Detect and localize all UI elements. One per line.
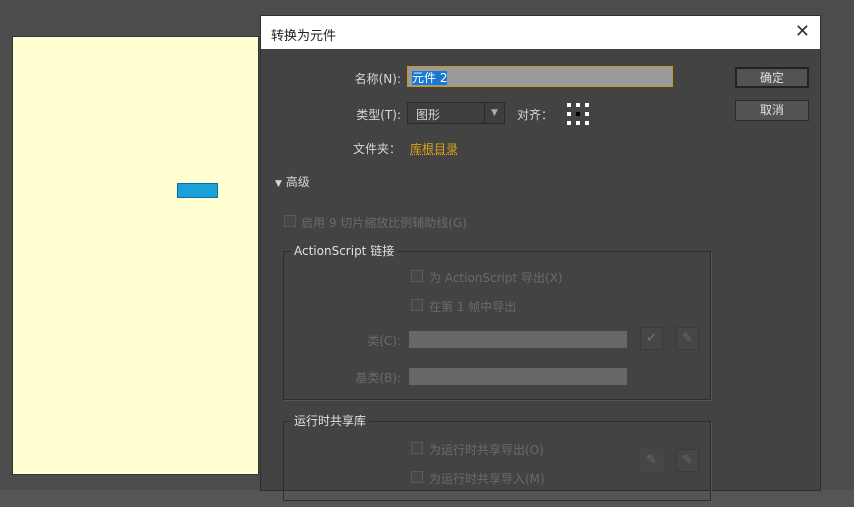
base-class-input[interactable] xyxy=(409,368,627,385)
type-select[interactable]: 图形 ▼ xyxy=(407,102,505,124)
selected-shape[interactable] xyxy=(177,183,218,198)
advanced-label: 高级 xyxy=(285,175,310,189)
ok-button[interactable]: 确定 xyxy=(735,67,809,88)
dialog-titlebar: 转换为元件 xyxy=(261,16,820,49)
export-frame1-checkbox[interactable] xyxy=(411,299,423,311)
rsl-import-checkbox[interactable] xyxy=(411,471,423,483)
rsl-export-checkbox[interactable] xyxy=(411,442,423,454)
stage-canvas xyxy=(12,36,259,475)
triangle-down-icon: ▼ xyxy=(275,179,282,189)
as-export-checkbox[interactable] xyxy=(411,270,423,282)
type-value: 图形 xyxy=(416,108,441,122)
rsl-import-label: 为运行时共享导入(M) xyxy=(429,472,545,486)
type-label: 类型(T): xyxy=(356,108,401,122)
export-frame1-label: 在第 1 帧中导出 xyxy=(429,300,517,314)
close-icon[interactable]: ✕ xyxy=(795,21,810,42)
cancel-button[interactable]: 取消 xyxy=(735,100,809,121)
class-label: 类(C): xyxy=(367,334,401,348)
as-export-label: 为 ActionScript 导出(X) xyxy=(429,271,563,285)
advanced-toggle[interactable]: ▼ 高级 xyxy=(275,173,310,190)
dialog-title: 转换为元件 xyxy=(271,29,337,44)
name-value: 元件 2 xyxy=(412,71,448,85)
pencil-icon[interactable]: ✎ xyxy=(640,449,663,472)
folder-label: 文件夹： xyxy=(352,142,401,156)
folder-link[interactable]: 库根目录 xyxy=(410,140,458,157)
actionscript-group-label: ActionScript 链接 xyxy=(291,242,398,259)
rsl-export-label: 为运行时共享导出(O) xyxy=(429,443,544,457)
check-icon[interactable]: ✔ xyxy=(640,327,663,350)
nine-slice-checkbox[interactable] xyxy=(284,215,296,227)
rsl-group-label: 运行时共享库 xyxy=(291,412,370,429)
nine-slice-label: 启用 9 切片缩放比例辅助线(G) xyxy=(301,216,467,230)
class-input[interactable] xyxy=(409,331,627,348)
name-label: 名称(N): xyxy=(354,72,401,86)
registration-grid[interactable] xyxy=(566,102,590,126)
pencil-icon[interactable]: ✎ xyxy=(676,449,699,472)
base-class-label: 基类(B): xyxy=(355,371,401,385)
chevron-down-icon: ▼ xyxy=(484,103,504,123)
convert-to-symbol-dialog: 转换为元件 ✕ 名称(N): 元件 2 类型(T): 图形 ▼ 对齐： 文件夹： … xyxy=(260,15,821,501)
name-input[interactable]: 元件 2 xyxy=(407,66,673,87)
pencil-icon[interactable]: ✎ xyxy=(676,327,699,350)
align-label: 对齐： xyxy=(517,108,554,122)
